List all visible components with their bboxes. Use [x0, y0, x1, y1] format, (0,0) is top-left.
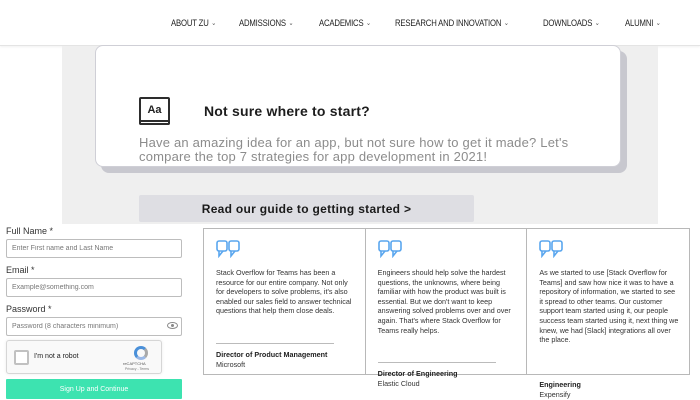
recaptcha-widget: I'm not a robot reCAPTCHA Privacy - Term… — [6, 340, 162, 374]
email-input[interactable] — [6, 278, 182, 297]
nav-item-label: ACADEMICS — [318, 17, 364, 28]
nav-item-research-and-innovation[interactable]: RESEARCH AND INNOVATION ⌄ — [395, 18, 509, 28]
eye-icon[interactable] — [167, 322, 178, 329]
testimonial-role: Director of Engineering — [377, 369, 458, 378]
testimonial-role: Director of Product Management — [216, 350, 328, 359]
recaptcha-checkbox[interactable] — [14, 350, 29, 365]
full-name-input[interactable] — [6, 239, 182, 258]
password-label: Password * — [6, 304, 52, 314]
recaptcha-icon — [134, 346, 148, 360]
nav-item-about-zu[interactable]: ABOUT ZU ⌄ — [171, 18, 216, 28]
nav-item-label: DOWNLOADS — [543, 17, 593, 28]
testimonial-company: Microsoft — [216, 360, 246, 369]
divider — [216, 343, 334, 344]
password-input[interactable] — [6, 317, 182, 336]
nav-item-label: ABOUT ZU — [171, 17, 209, 28]
chevron-down-icon: ⌄ — [655, 19, 661, 27]
nav-item-label: ADMISSIONS — [239, 17, 287, 28]
testimonial-text: As we started to use [Stack Overflow for… — [539, 268, 679, 345]
book-icon: Aa — [139, 97, 170, 125]
testimonial-text: Engineers should help solve the hardest … — [377, 268, 511, 335]
testimonial-card: Stack Overflow for Teams has been a reso… — [204, 229, 366, 374]
full-name-label: Full Name * — [6, 226, 54, 236]
recaptcha-label: I'm not a robot — [34, 353, 79, 360]
hero-description: Have an amazing idea for an app, but not… — [139, 136, 569, 164]
nav-item-admissions[interactable]: ADMISSIONS ⌄ — [239, 17, 294, 28]
testimonial-card: As we started to use [Stack Overflow for… — [527, 229, 689, 399]
chevron-down-icon: ⌄ — [365, 19, 371, 27]
recaptcha-links[interactable]: Privacy - Terms — [125, 367, 149, 371]
recaptcha-brand: reCAPTCHA — [123, 361, 146, 366]
testimonial-role: Engineering — [539, 380, 581, 389]
chevron-down-icon: ⌄ — [288, 19, 294, 27]
chevron-down-icon: ⌄ — [595, 19, 600, 27]
chevron-down-icon: ⌄ — [503, 19, 509, 27]
nav-item-label: ALUMNI — [625, 17, 654, 28]
quote-icon — [539, 240, 564, 258]
nav-item-downloads[interactable]: DOWNLOADS ⌄ — [543, 18, 600, 28]
testimonial-company: Elastic Cloud — [377, 379, 420, 388]
nav-item-academics[interactable]: ACADEMICS ⌄ — [319, 18, 371, 28]
nav-item-label: RESEARCH AND INNOVATION — [395, 17, 502, 28]
testimonial-text: Stack Overflow for Teams has been a reso… — [216, 268, 352, 316]
chevron-down-icon: ⌄ — [211, 19, 217, 27]
divider — [377, 362, 496, 363]
top-navigation: ABOUT ZU ⌄ ADMISSIONS ⌄ ACADEMICS ⌄ RESE… — [0, 0, 700, 46]
testimonial-card: Engineers should help solve the hardest … — [366, 229, 528, 388]
read-guide-button[interactable]: Read our guide to getting started > — [139, 195, 474, 222]
email-label: Email * — [6, 265, 35, 275]
testimonials-panel: Stack Overflow for Teams has been a reso… — [203, 228, 690, 399]
nav-item-alumni[interactable]: ALUMNI ⌄ — [625, 18, 661, 28]
hero-title: Not sure where to start? — [204, 103, 370, 119]
testimonial-company: Expensify — [539, 390, 571, 399]
signup-button[interactable]: Sign Up and Continue — [6, 379, 182, 399]
quote-icon — [216, 240, 240, 258]
quote-icon — [377, 240, 402, 258]
